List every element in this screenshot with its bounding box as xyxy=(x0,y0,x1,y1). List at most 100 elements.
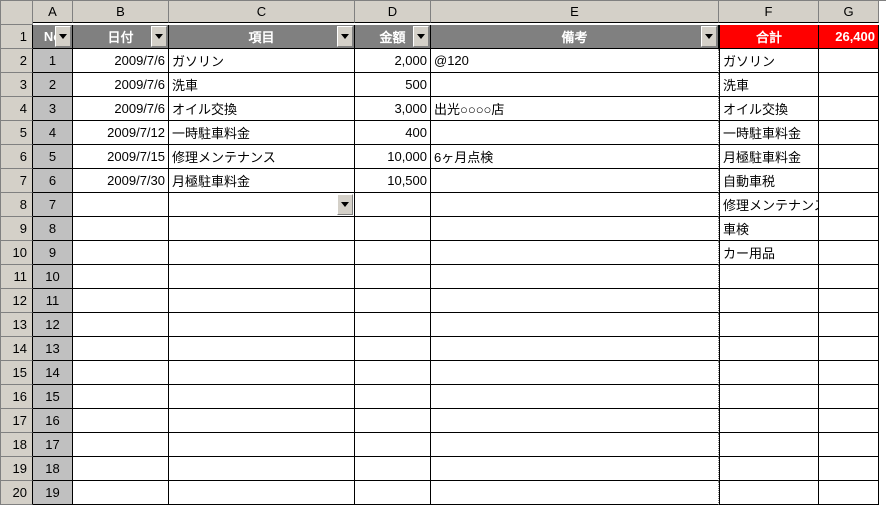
header-amount[interactable]: 金額 xyxy=(355,25,431,49)
cell-item[interactable] xyxy=(169,313,355,337)
cell-item[interactable]: ガソリン xyxy=(169,49,355,73)
cell-amount[interactable] xyxy=(355,217,431,241)
cell-category[interactable]: 修理メンテナンス xyxy=(719,193,819,217)
cell-date[interactable] xyxy=(73,481,169,505)
cell-amount[interactable] xyxy=(355,457,431,481)
cell-note[interactable] xyxy=(431,481,719,505)
cell-date[interactable]: 2009/7/6 xyxy=(73,73,169,97)
cell-category[interactable] xyxy=(719,481,819,505)
cell-note[interactable] xyxy=(431,457,719,481)
cell-date[interactable] xyxy=(73,193,169,217)
row-header-13[interactable]: 13 xyxy=(1,313,33,337)
cell-item[interactable] xyxy=(169,265,355,289)
cell-no[interactable]: 9 xyxy=(33,241,73,265)
row-header-8[interactable]: 8 xyxy=(1,193,33,217)
cell-no[interactable]: 1 xyxy=(33,49,73,73)
row-header-7[interactable]: 7 xyxy=(1,169,33,193)
cell-item[interactable] xyxy=(169,361,355,385)
cell-g[interactable] xyxy=(819,313,879,337)
cell-amount[interactable] xyxy=(355,385,431,409)
corner-cell[interactable] xyxy=(1,1,33,25)
cell-no[interactable]: 8 xyxy=(33,217,73,241)
cell-note[interactable]: @120 xyxy=(431,49,719,73)
cell-date[interactable]: 2009/7/6 xyxy=(73,97,169,121)
cell-no[interactable]: 18 xyxy=(33,457,73,481)
cell-category[interactable] xyxy=(719,265,819,289)
row-header-1[interactable]: 1 xyxy=(1,25,33,49)
cell-note[interactable] xyxy=(431,241,719,265)
row-header-9[interactable]: 9 xyxy=(1,217,33,241)
cell-no[interactable]: 3 xyxy=(33,97,73,121)
filter-dropdown-icon[interactable] xyxy=(413,26,429,47)
cell-item[interactable]: 一時駐車料金 xyxy=(169,121,355,145)
cell-note[interactable] xyxy=(431,121,719,145)
cell-date[interactable] xyxy=(73,265,169,289)
cell-date[interactable] xyxy=(73,289,169,313)
cell-category[interactable] xyxy=(719,457,819,481)
cell-amount[interactable]: 400 xyxy=(355,121,431,145)
cell-no[interactable]: 11 xyxy=(33,289,73,313)
cell-no[interactable]: 13 xyxy=(33,337,73,361)
cell-g[interactable] xyxy=(819,265,879,289)
cell-category[interactable]: ガソリン xyxy=(719,49,819,73)
cell-item[interactable] xyxy=(169,409,355,433)
cell-item[interactable] xyxy=(169,433,355,457)
row-header-10[interactable]: 10 xyxy=(1,241,33,265)
cell-no[interactable]: 5 xyxy=(33,145,73,169)
cell-no[interactable]: 14 xyxy=(33,361,73,385)
cell-date[interactable] xyxy=(73,217,169,241)
row-header-11[interactable]: 11 xyxy=(1,265,33,289)
cell-category[interactable]: 洗車 xyxy=(719,73,819,97)
cell-item[interactable]: オイル交換 xyxy=(169,97,355,121)
cell-date[interactable] xyxy=(73,409,169,433)
cell-note[interactable] xyxy=(431,361,719,385)
cell-category[interactable] xyxy=(719,361,819,385)
cell-item[interactable]: 月極駐車料金 xyxy=(169,169,355,193)
col-header-G[interactable]: G xyxy=(819,1,879,23)
row-header-15[interactable]: 15 xyxy=(1,361,33,385)
cell-g[interactable] xyxy=(819,433,879,457)
cell-amount[interactable]: 3,000 xyxy=(355,97,431,121)
cell-category[interactable] xyxy=(719,313,819,337)
header-total[interactable]: 合計 xyxy=(719,25,819,49)
cell-date[interactable]: 2009/7/12 xyxy=(73,121,169,145)
cell-item[interactable]: 修理メンテナンス xyxy=(169,145,355,169)
cell-no[interactable]: 6 xyxy=(33,169,73,193)
col-header-E[interactable]: E xyxy=(431,1,719,23)
cell-note[interactable] xyxy=(431,265,719,289)
cell-note[interactable]: 6ヶ月点検 xyxy=(431,145,719,169)
cell-note[interactable] xyxy=(431,73,719,97)
cell-note[interactable] xyxy=(431,433,719,457)
cell-item[interactable] xyxy=(169,193,355,217)
cell-category[interactable] xyxy=(719,433,819,457)
header-total-value[interactable]: 26,400 xyxy=(819,25,879,49)
cell-g[interactable] xyxy=(819,73,879,97)
cell-item[interactable] xyxy=(169,217,355,241)
cell-g[interactable] xyxy=(819,49,879,73)
cell-no[interactable]: 17 xyxy=(33,433,73,457)
cell-note[interactable] xyxy=(431,313,719,337)
cell-amount[interactable]: 2,000 xyxy=(355,49,431,73)
row-header-5[interactable]: 5 xyxy=(1,121,33,145)
cell-date[interactable]: 2009/7/30 xyxy=(73,169,169,193)
col-header-C[interactable]: C xyxy=(169,1,355,23)
filter-dropdown-icon[interactable] xyxy=(701,26,717,47)
cell-note[interactable]: 出光○○○○店 xyxy=(431,97,719,121)
filter-dropdown-icon[interactable] xyxy=(337,26,353,47)
cell-amount[interactable] xyxy=(355,361,431,385)
cell-note[interactable] xyxy=(431,169,719,193)
cell-amount[interactable]: 10,500 xyxy=(355,169,431,193)
cell-g[interactable] xyxy=(819,337,879,361)
cell-category[interactable]: 車検 xyxy=(719,217,819,241)
cell-amount[interactable] xyxy=(355,481,431,505)
header-item[interactable]: 項目 xyxy=(169,25,355,49)
cell-note[interactable] xyxy=(431,385,719,409)
cell-no[interactable]: 15 xyxy=(33,385,73,409)
cell-category[interactable] xyxy=(719,409,819,433)
cell-no[interactable]: 19 xyxy=(33,481,73,505)
col-header-B[interactable]: B xyxy=(73,1,169,23)
cell-category[interactable] xyxy=(719,337,819,361)
cell-g[interactable] xyxy=(819,361,879,385)
cell-g[interactable] xyxy=(819,289,879,313)
cell-category[interactable] xyxy=(719,385,819,409)
